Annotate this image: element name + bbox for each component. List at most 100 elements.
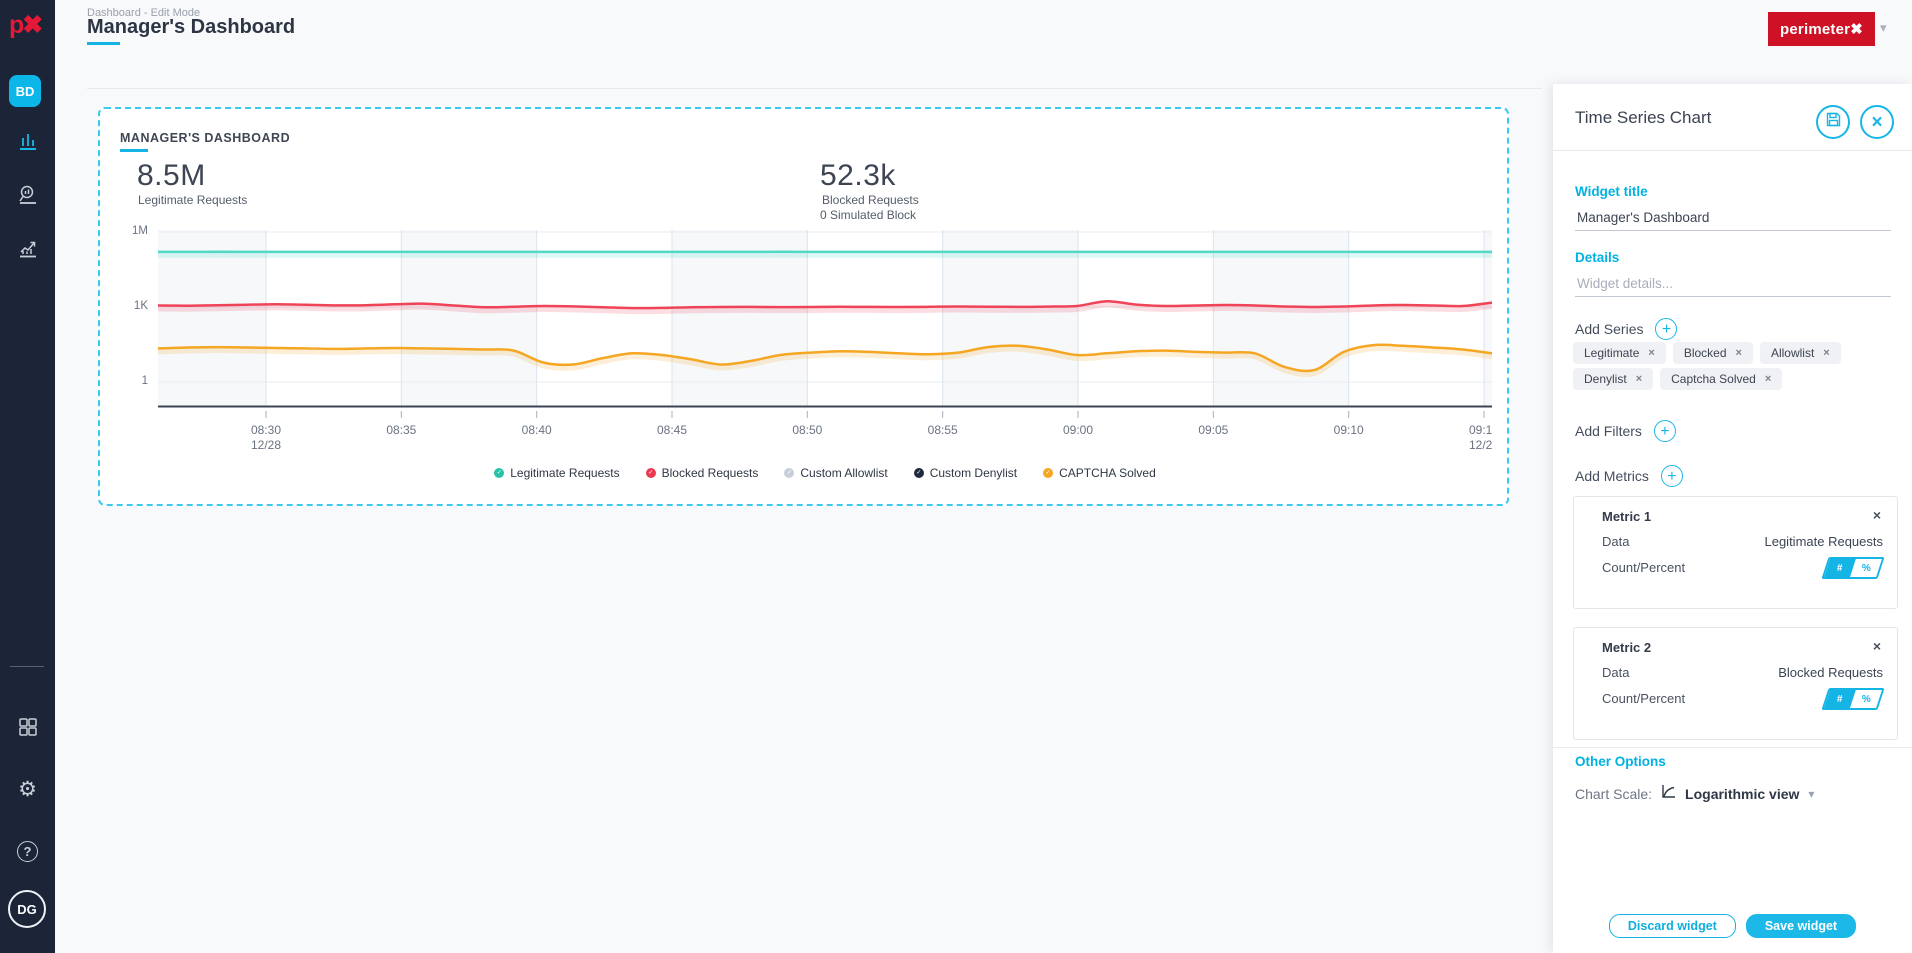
metric-data-label: Data [1602,534,1630,549]
remove-chip-icon[interactable]: × [1648,347,1654,359]
discard-widget-button[interactable]: Discard widget [1608,914,1736,938]
add-series-button[interactable]: + [1655,318,1678,340]
workspace-badge[interactable]: BD [9,75,41,107]
count-percent-toggle[interactable]: # % [1821,688,1885,710]
panel-divider [1553,747,1912,748]
legend-label: Custom Allowlist [800,466,888,480]
legend-item[interactable]: ✓ Blocked Requests [645,466,759,480]
remove-chip-icon[interactable]: × [1765,373,1771,385]
series-chip-list: Legitimate × Blocked × Allowlist × Denylist × Ca… [1573,342,1903,390]
legend-label: Blocked Requests [661,466,759,480]
stat-blocked-value: 52.3k [820,159,896,192]
sidebar-item-settings[interactable]: ⚙ [0,772,55,806]
remove-metric-icon[interactable]: × [1873,507,1881,523]
remove-chip-icon[interactable]: × [1736,347,1742,359]
y-tick-1m: 1M [132,225,148,237]
series-chip[interactable]: Legitimate × [1573,342,1666,364]
remove-chip-icon[interactable]: × [1823,347,1829,359]
trend-up-icon [16,237,40,261]
remove-metric-icon[interactable]: × [1873,638,1881,654]
app-root: p✖ BD ⚙ ? DG Dashboard - Edit Mode Manag… [0,0,1912,953]
brand-logo[interactable]: perimeter✖ [1768,12,1875,46]
legend-label: CAPTCHA Solved [1059,466,1156,480]
y-tick-1: 1 [141,375,148,387]
percent-segment[interactable]: % [1850,559,1882,577]
series-chip[interactable]: Denylist × [1573,368,1654,390]
series-chip[interactable]: Blocked × [1672,342,1753,364]
add-series-label: Add Series [1575,321,1644,337]
widget-title-input[interactable] [1575,205,1891,231]
stat-legitimate-label: Legitimate Requests [138,193,248,207]
sidebar-item-help[interactable]: ? [0,834,55,868]
details-input[interactable] [1575,271,1891,297]
add-metrics-row: Add Metrics + [1575,465,1683,487]
percent-segment[interactable]: % [1850,690,1882,708]
legend-item[interactable]: ✓ Custom Allowlist [784,466,888,480]
px-logo: p✖ [9,11,43,39]
panel-title: Time Series Chart [1575,108,1712,127]
series-chip-label: Legitimate [1584,346,1640,360]
user-avatar[interactable]: DG [8,890,46,928]
add-filters-row: Add Filters + [1575,420,1676,442]
chart-scale-value[interactable]: Logarithmic view [1685,786,1799,802]
chart-legend: ✓ Legitimate Requests ✓ Blocked Requests ✓ Cu… [158,466,1492,480]
close-icon: × [1871,111,1883,133]
header-divider [87,88,1542,89]
legend-item[interactable]: ✓ CAPTCHA Solved [1043,466,1156,480]
svg-text:08:40: 08:40 [522,423,552,437]
svg-text:08:45: 08:45 [657,423,687,437]
metric-title: Metric 2 [1602,640,1652,655]
grid-icon [17,716,39,738]
legend-label: Custom Denylist [929,466,1018,480]
add-filters-button[interactable]: + [1653,420,1676,442]
svg-text:09:15: 09:15 [1469,423,1492,437]
metric-toggle-label: Count/Percent [1602,691,1686,706]
svg-text:12/28: 12/28 [1469,438,1492,452]
metric-data-value[interactable]: Legitimate Requests [1764,534,1883,549]
series-chip-label: Denylist [1584,372,1627,386]
other-options-label: Other Options [1575,754,1666,769]
svg-text:09:00: 09:00 [1063,423,1093,437]
metric-data-value[interactable]: Blocked Requests [1778,665,1883,680]
series-chip-label: Blocked [1683,346,1727,360]
y-tick-1k: 1K [133,300,148,312]
sidebar-item-dashboard[interactable] [0,124,55,158]
svg-text:12/28: 12/28 [251,438,281,452]
add-metrics-label: Add Metrics [1575,468,1649,484]
metric-card-1: Metric 1 × Data Legitimate Requests Coun… [1573,496,1898,609]
magnifier-chart-icon [16,183,40,207]
brand-caret-icon[interactable]: ▾ [1880,20,1887,36]
legend-item[interactable]: ✓ Custom Denylist [913,466,1018,480]
stat-legitimate-value: 8.5M [137,159,206,192]
legend-dot-icon: ✓ [494,468,505,478]
stat-blocked-label: Blocked Requests [822,193,919,207]
time-series-chart: 08:30 08:35 08:40 08:45 08:50 08:55 09:00 09:05… [155,222,1499,452]
add-filters-label: Add Filters [1575,423,1642,439]
legend-dot-icon: ✓ [645,468,656,478]
chart-scale-caret-icon[interactable]: ▾ [1808,787,1814,801]
svg-text:09:10: 09:10 [1334,423,1364,437]
details-label: Details [1575,250,1620,265]
sidebar-item-trends[interactable] [0,232,55,266]
sidebar-item-apps[interactable] [0,710,55,744]
series-chip[interactable]: Allowlist × [1759,342,1841,364]
remove-chip-icon[interactable]: × [1636,373,1642,385]
count-percent-toggle[interactable]: # % [1821,557,1885,579]
bar-chart-icon [16,129,40,153]
log-scale-icon [1661,784,1676,804]
page-title: Manager's Dashboard [87,16,296,38]
add-metrics-button[interactable]: + [1660,465,1683,487]
add-series-row: Add Series + [1575,318,1678,340]
sidebar-item-investigation[interactable] [0,178,55,212]
save-widget-button[interactable]: Save widget [1745,914,1857,938]
legend-dot-icon: ✓ [784,468,795,478]
svg-text:09:05: 09:05 [1198,423,1228,437]
close-panel-button[interactable]: × [1860,105,1894,139]
stat-blocked-sub: 0 Simulated Block [820,208,917,222]
series-chip-label: Captcha Solved [1671,372,1756,386]
legend-item[interactable]: ✓ Legitimate Requests [494,466,620,480]
svg-text:08:30: 08:30 [251,423,281,437]
series-chip[interactable]: Captcha Solved × [1660,368,1783,390]
time-series-widget[interactable]: MANAGER'S DASHBOARD 8.5M Legitimate Requ… [98,107,1509,506]
save-widget-icon-button[interactable] [1816,105,1850,139]
